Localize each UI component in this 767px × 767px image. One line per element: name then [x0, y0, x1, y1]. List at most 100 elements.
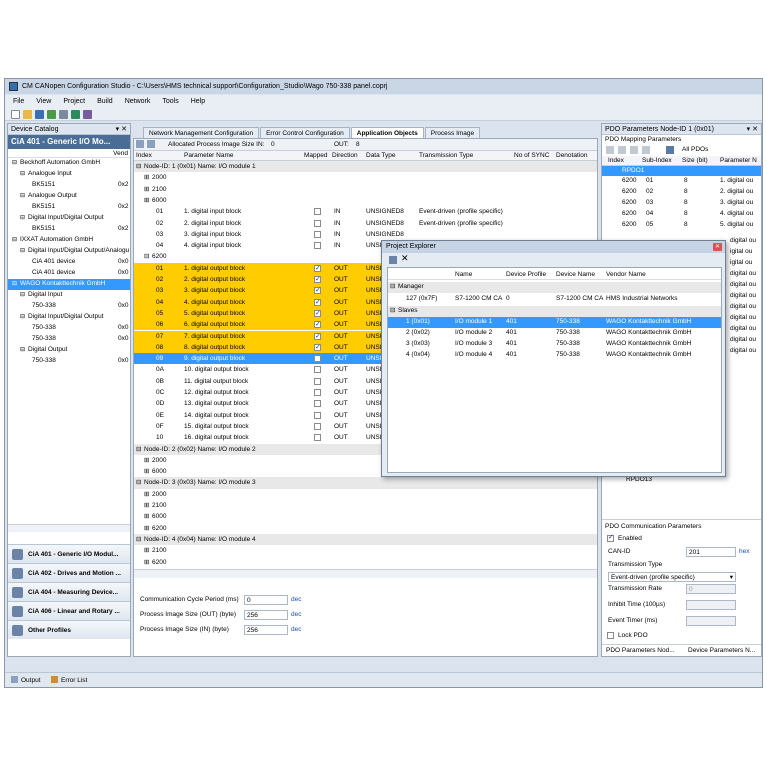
mapped-checkbox[interactable] — [314, 400, 321, 408]
object-row[interactable]: ⊟ Node-ID: 1 (0x01) Name: I/O module 1 — [134, 161, 597, 173]
collapse-icon[interactable]: ⊟ — [390, 282, 395, 293]
setting-value-field[interactable]: 0 — [244, 595, 288, 605]
can-id-field[interactable]: 201 — [686, 547, 736, 557]
mapped-checkbox[interactable] — [314, 331, 321, 342]
menu-help[interactable]: Help — [191, 98, 205, 105]
expand-icon[interactable]: ⊞ — [144, 455, 149, 466]
column-header[interactable]: No of SYNC — [514, 151, 549, 161]
object-row[interactable]: ⊞ 2100 — [134, 500, 597, 511]
event-timer-field[interactable] — [686, 616, 736, 626]
catalog-tree-item[interactable]: CiA 401 device 0x0 — [8, 268, 130, 279]
remove-pdo-icon[interactable] — [618, 146, 626, 154]
expand-icon[interactable]: ⊞ — [144, 184, 149, 195]
expand-icon[interactable]: ⊞ — [144, 500, 149, 511]
pdo-mapping-row[interactable]: 6200 01 8 1. digital ou — [602, 176, 761, 187]
catalog-tree-item[interactable]: ⊟ IXXAT Automation GmbH — [8, 235, 130, 246]
collapse-icon[interactable]: ⊟ — [20, 345, 25, 356]
explorer-group[interactable]: ⊟ Manager — [388, 282, 721, 293]
object-row[interactable]: 01 1. digital input block IN UNSIGNED8 Event… — [134, 206, 597, 217]
mapped-checkbox[interactable] — [314, 297, 321, 308]
catalog-tree-item[interactable]: ⊟ Beckhoff Automation GmbH — [8, 158, 130, 169]
rpdo1-row[interactable]: RPDO1 — [602, 166, 761, 176]
expand-icon[interactable]: ⊞ — [144, 172, 149, 183]
mapped-checkbox[interactable] — [314, 242, 321, 250]
pdo-mapping-row[interactable]: 6200 02 8 2. digital ou — [602, 187, 761, 198]
mapped-checkbox[interactable] — [314, 274, 321, 285]
collapse-icon[interactable]: ⊟ — [12, 235, 17, 246]
column-header[interactable]: Direction — [332, 151, 358, 161]
pdo-column-header[interactable]: Size (bit) — [682, 156, 708, 166]
error-list-tab[interactable]: Error List — [61, 676, 87, 685]
catalog-tree-item[interactable]: CiA 401 device 0x0 — [8, 257, 130, 268]
explorer-column-header[interactable]: Device Profile — [506, 270, 546, 279]
object-row[interactable]: ⊞ 6200 — [134, 557, 597, 568]
catalog-tree-item[interactable]: BK5151 0x2 — [8, 180, 130, 191]
all-pdos-label[interactable]: All PDOs — [682, 145, 708, 154]
down-icon[interactable] — [642, 146, 650, 154]
collapse-icon[interactable]: ⊟ — [12, 279, 17, 290]
save-icon[interactable] — [35, 109, 44, 119]
mapped-checkbox[interactable] — [314, 366, 321, 374]
collapse-icon[interactable]: ⊟ — [20, 290, 25, 301]
collapse-icon[interactable]: ⊟ — [136, 444, 141, 455]
tab-process-image[interactable]: Process Image — [424, 127, 481, 138]
object-row[interactable]: ⊟ Node-ID: 3 (0x03) Name: I/O module 3 — [134, 477, 597, 489]
grid-hscrollbar[interactable] — [134, 569, 597, 578]
object-row[interactable]: ⊞ 2000 — [134, 489, 597, 500]
build-icon[interactable] — [47, 109, 56, 119]
collapse-icon[interactable]: ⊟ — [20, 191, 25, 202]
collapse-icon[interactable]: ⊟ — [136, 534, 141, 545]
explorer-column-header[interactable]: Name — [455, 270, 472, 279]
object-row[interactable]: ⊞ 2000 — [134, 172, 597, 183]
catalog-tree-item[interactable]: BK5151 0x2 — [8, 202, 130, 213]
expand-icon[interactable]: ⊞ — [144, 489, 149, 500]
add-device-icon[interactable] — [389, 256, 397, 264]
mapped-checkbox[interactable] — [314, 319, 321, 330]
catalog-tree-item[interactable]: ⊟ WAGO Kontakttechnik GmbH — [8, 279, 130, 290]
pdo-column-header[interactable]: Index — [608, 156, 624, 166]
output-tab[interactable]: Output — [21, 676, 41, 685]
mapped-checkbox[interactable] — [314, 377, 321, 385]
explorer-device-row[interactable]: 2 (0x02) I/O module 2 401 750-338 WAGO Konta… — [388, 328, 721, 339]
catalog-tree-item[interactable]: ⊟ Digital Input/Digital Output — [8, 312, 130, 323]
mapped-checkbox[interactable] — [314, 342, 321, 353]
collapse-icon[interactable]: ⊟ — [136, 161, 141, 172]
mapped-checkbox[interactable] — [314, 285, 321, 297]
pdo-column-header[interactable]: Sub-Index — [642, 156, 672, 166]
expand-icon[interactable]: ⊞ — [144, 545, 149, 556]
column-header[interactable]: Mapped — [304, 151, 328, 161]
delete-icon[interactable]: ✕ — [401, 254, 409, 263]
mapped-checkbox[interactable] — [314, 411, 321, 419]
mapped-checkbox[interactable] — [314, 230, 321, 238]
catalog-tree-item[interactable]: 750-338 0x0 — [8, 323, 130, 334]
explorer-device-row[interactable]: 3 (0x03) I/O module 3 401 750-338 WAGO Konta… — [388, 339, 721, 350]
mapped-checkbox[interactable] — [314, 355, 321, 363]
menu-view[interactable]: View — [36, 98, 51, 105]
expand-icon[interactable]: ⊞ — [144, 523, 149, 534]
catalog-tree-item[interactable]: ⊟ Analogue Output — [8, 191, 130, 202]
mapped-checkbox[interactable] — [314, 389, 321, 396]
tab-network-management-configuration[interactable]: Network Management Configuration — [143, 127, 260, 138]
lock-pdo-checkbox[interactable] — [607, 632, 614, 639]
up-icon[interactable] — [630, 146, 638, 154]
object-row[interactable]: ⊞ 6000 — [134, 511, 597, 522]
tab-device-parameters[interactable]: Device Parameters N... — [688, 646, 755, 655]
expand-icon[interactable]: ⊞ — [144, 557, 149, 568]
pdo-mapping-row[interactable]: 6200 03 8 3. digital ou — [602, 198, 761, 209]
pdo-column-header[interactable]: Parameter N — [720, 156, 757, 166]
mapped-checkbox[interactable] — [314, 219, 321, 227]
collapse-icon[interactable]: ⊟ — [20, 312, 25, 323]
explorer-group[interactable]: ⊟ Slaves — [388, 306, 721, 317]
menu-build[interactable]: Build — [97, 98, 113, 105]
object-row[interactable]: ⊟ Node-ID: 4 (0x04) Name: I/O module 4 — [134, 533, 597, 546]
refresh-icon[interactable] — [136, 140, 144, 148]
object-row[interactable]: 02 2. digital input block IN UNSIGNED8 Event… — [134, 218, 597, 229]
transmission-rate-field[interactable]: 0 — [686, 584, 736, 594]
column-header[interactable]: Index — [136, 151, 152, 161]
copy-icon[interactable] — [147, 140, 155, 148]
expand-icon[interactable]: ⊞ — [144, 195, 149, 206]
profile-nav-button[interactable]: CiA 401 - Generic I/O Modul... — [8, 544, 130, 563]
inhibit-time-field[interactable] — [686, 600, 736, 610]
profile-nav-button[interactable]: CiA 406 - Linear and Rotary ... — [8, 601, 130, 620]
object-row[interactable]: ⊞ 6000 — [134, 195, 597, 206]
